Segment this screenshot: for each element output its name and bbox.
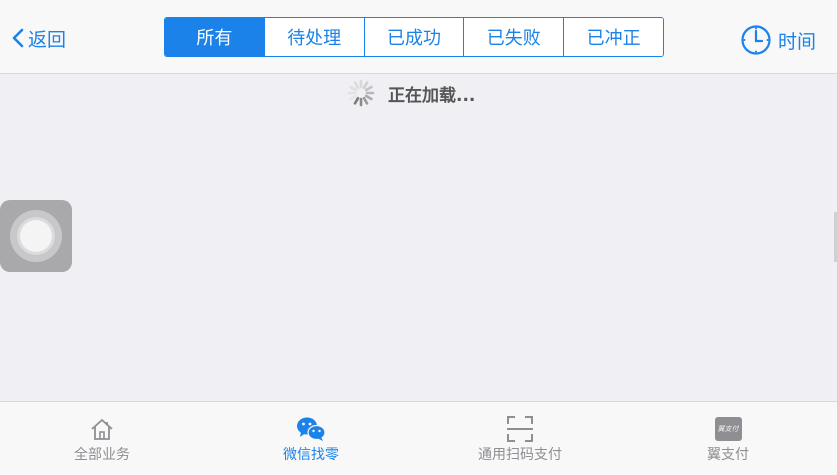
time-label: 时间 bbox=[778, 30, 817, 53]
tab-universal-scan-pay[interactable]: 通用扫码支付 bbox=[430, 402, 610, 475]
tab-yizhifu[interactable]: 翼支付 翼支付 bbox=[638, 402, 818, 475]
loading-indicator: 正在加载... bbox=[346, 78, 475, 108]
status-filter-tabs: 所有 待处理 已成功 已失败 已冲正 bbox=[164, 17, 664, 57]
bottom-tab-bar: 全部业务 微信找零 通用扫码支付 翼支付 翼支付 bbox=[0, 401, 837, 475]
tab-all[interactable]: 所有 bbox=[165, 18, 264, 56]
back-label: 返回 bbox=[28, 28, 67, 51]
tab-failed[interactable]: 已失败 bbox=[463, 18, 564, 56]
tab-pending[interactable]: 待处理 bbox=[263, 18, 364, 56]
chevron-left-icon bbox=[12, 28, 24, 48]
time-filter-button[interactable]: 时间 bbox=[740, 24, 816, 56]
tab-label-yizhifu: 翼支付 bbox=[707, 447, 749, 463]
yizhifu-icon: 翼支付 bbox=[714, 417, 742, 441]
tab-reversed[interactable]: 已冲正 bbox=[563, 18, 663, 56]
tab-succeeded[interactable]: 已成功 bbox=[363, 18, 464, 56]
tab-all-services[interactable]: 全部业务 bbox=[12, 402, 192, 475]
tab-label-wechat-change: 微信找零 bbox=[283, 447, 339, 463]
assistive-touch-button[interactable] bbox=[0, 200, 72, 272]
loading-text: 正在加载... bbox=[388, 85, 476, 106]
tab-wechat-change[interactable]: 微信找零 bbox=[221, 402, 401, 475]
clock-icon bbox=[741, 25, 771, 55]
wechat-icon bbox=[297, 417, 326, 441]
assistive-touch-outer-ring bbox=[10, 210, 62, 262]
spinner-icon bbox=[347, 79, 375, 107]
top-navigation-bar: 返回 所有 待处理 已成功 已失败 已冲正 时间 bbox=[0, 0, 837, 74]
back-button[interactable]: 返回 bbox=[12, 22, 66, 54]
assistive-touch-core bbox=[20, 220, 52, 252]
tab-label-universal-scan-pay: 通用扫码支付 bbox=[478, 447, 562, 463]
scan-icon bbox=[507, 416, 533, 442]
assistive-touch-middle-ring bbox=[17, 217, 55, 255]
home-icon bbox=[91, 419, 113, 440]
tab-label-all-services: 全部业务 bbox=[74, 447, 130, 463]
